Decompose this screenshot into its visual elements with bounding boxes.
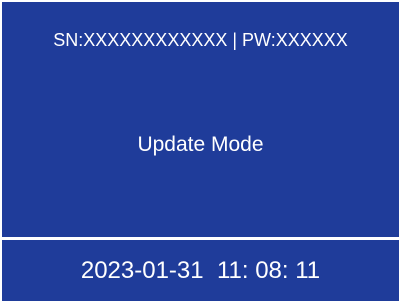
divider bbox=[2, 237, 399, 240]
date-time-display: 2023-01-31 11: 08: 11 bbox=[80, 257, 321, 284]
mode-status-text: Update Mode bbox=[137, 133, 264, 156]
serial-password-label: SN:XXXXXXXXXXXX | PW:XXXXXX bbox=[53, 30, 348, 50]
device-screen: SN:XXXXXXXXXXXX | PW:XXXXXX Update Mode … bbox=[2, 2, 399, 301]
device-display-frame: SN:XXXXXXXXXXXX | PW:XXXXXX Update Mode … bbox=[2, 2, 399, 301]
